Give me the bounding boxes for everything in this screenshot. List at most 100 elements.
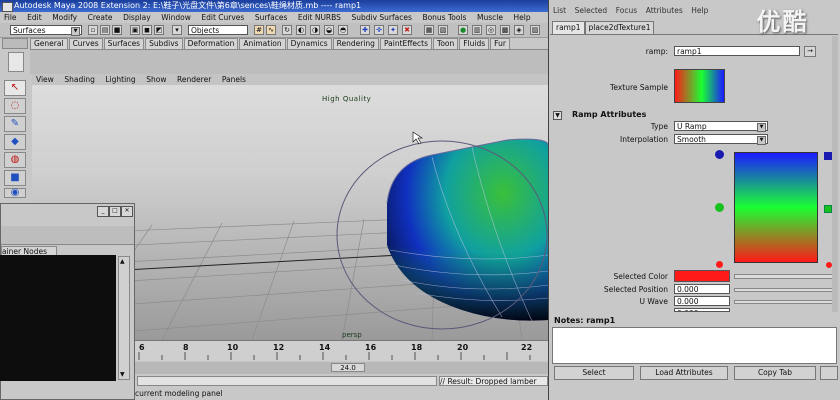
close-icon[interactable]: ✕ — [121, 206, 133, 217]
select-hierarchy-icon[interactable]: ▣ — [130, 25, 140, 35]
color-entry-blue-handle[interactable] — [715, 150, 724, 159]
color-entry-green-handle[interactable] — [715, 203, 724, 212]
manipulator-icon[interactable]: ✖ — [402, 25, 412, 35]
move-tool-box-icon[interactable]: ◆ — [4, 134, 26, 150]
close-ae-button[interactable] — [820, 366, 838, 380]
notes-textarea[interactable] — [552, 327, 837, 364]
render-frame-icon[interactable]: ◑ — [310, 25, 320, 35]
delete-entry-green-icon[interactable] — [824, 205, 832, 213]
selection-mask-icon[interactable]: ▾ — [172, 25, 182, 35]
menu-window[interactable]: Window — [157, 12, 195, 23]
viewport-menu-lighting[interactable]: Lighting — [101, 74, 139, 85]
scale-tool-icon[interactable]: ✜ — [374, 25, 384, 35]
collapse-icon[interactable]: ▼ — [553, 111, 562, 120]
attribute-editor-icon[interactable]: ▩ — [500, 25, 510, 35]
vertical-scrollbar[interactable]: ▲ ▼ — [118, 256, 130, 380]
move-tool-icon[interactable]: ✚ — [360, 25, 370, 35]
shelf-tab-general[interactable]: General — [30, 38, 68, 49]
sidebar-toggle-icon[interactable]: ▨ — [530, 25, 540, 35]
delete-entry-blue-icon[interactable] — [824, 152, 832, 160]
channel-box-icon[interactable]: ▦ — [424, 25, 434, 35]
interpolation-dropdown[interactable]: Smooth ▼ — [674, 134, 768, 145]
select-button[interactable]: Select — [554, 366, 634, 380]
open-scene-icon[interactable]: ▤ — [100, 25, 110, 35]
render-settings-icon[interactable]: ◓ — [338, 25, 348, 35]
selected-position-field[interactable]: 0.000 — [674, 284, 730, 294]
viewport-menu-shading[interactable]: Shading — [60, 74, 98, 85]
color-entry-red-handle[interactable] — [716, 261, 723, 268]
node-list-area[interactable] — [0, 255, 116, 381]
select-component-icon[interactable]: ◩ — [154, 25, 164, 35]
load-attributes-button[interactable]: Load Attributes — [640, 366, 728, 380]
ae-menu-attributes[interactable]: Attributes — [643, 6, 686, 16]
tab-ramp1[interactable]: ramp1 — [552, 21, 585, 34]
menu-set-dropdown[interactable]: Surfaces ▼ — [10, 25, 82, 36]
shelf-tab-toon[interactable]: Toon — [433, 38, 459, 49]
ae-menu-selected[interactable]: Selected — [572, 6, 611, 16]
tool-settings-icon[interactable]: ◎ — [486, 25, 496, 35]
save-scene-icon[interactable]: ■ — [112, 25, 122, 35]
shelf-tab-curves[interactable]: Curves — [68, 38, 103, 49]
script-editor-icon[interactable]: ◈ — [514, 25, 524, 35]
hypershade-icon[interactable]: ● — [458, 25, 468, 35]
selection-field[interactable]: Objects — [188, 25, 248, 35]
menu-surfaces[interactable]: Surfaces — [251, 12, 291, 23]
rotate-tool-icon[interactable]: ✦ — [388, 25, 398, 35]
tab-place2dtexture1[interactable]: place2dTexture1 — [584, 21, 655, 34]
menu-create[interactable]: Create — [84, 12, 117, 23]
select-object-icon[interactable]: ◼ — [142, 25, 152, 35]
texture-sample-swatch[interactable] — [674, 69, 725, 103]
menu-edit-curves[interactable]: Edit Curves — [197, 12, 248, 23]
type-dropdown[interactable]: U Ramp ▼ — [674, 121, 768, 132]
shelf-tab-dynamics[interactable]: Dynamics — [286, 38, 332, 49]
range-end-field[interactable]: 24.0 — [331, 363, 365, 372]
maximize-icon[interactable]: □ — [109, 206, 121, 217]
new-scene-icon[interactable]: ▫ — [88, 25, 98, 35]
viewport-menu-show[interactable]: Show — [142, 74, 170, 85]
render-view-icon[interactable]: ◐ — [296, 25, 306, 35]
ipr-render-icon[interactable]: ◒ — [324, 25, 334, 35]
time-slider[interactable]: 6 8 10 12 14 16 18 20 22 — [135, 340, 548, 361]
shelf-tab-rendering[interactable]: Rendering — [332, 38, 379, 49]
lasso-tool-icon[interactable]: ◌ — [4, 98, 26, 114]
shelf-tab-fur[interactable]: Fur — [490, 38, 510, 49]
menu-bonus-tools[interactable]: Bonus Tools — [418, 12, 470, 23]
outliner-icon[interactable]: ▥ — [472, 25, 482, 35]
minimize-icon[interactable]: _ — [97, 206, 109, 217]
scroll-up-icon[interactable]: ▲ — [120, 258, 125, 265]
shelf-options-icon[interactable] — [8, 52, 24, 72]
rotate-tool-box-icon[interactable]: ◍ — [4, 152, 26, 168]
u-wave-field[interactable]: 0.000 — [674, 296, 730, 306]
menu-file[interactable]: File — [0, 12, 21, 23]
menu-display[interactable]: Display — [119, 12, 155, 23]
ae-menu-focus[interactable]: Focus — [613, 6, 640, 16]
shelf-tab-surfaces[interactable]: Surfaces — [103, 38, 145, 49]
shelf-tab-fluids[interactable]: Fluids — [459, 38, 490, 49]
copy-tab-button[interactable]: Copy Tab — [734, 366, 816, 380]
shelf-tab-subdivs[interactable]: Subdivs — [145, 38, 183, 49]
command-input[interactable] — [137, 376, 437, 386]
show-manipulator-icon[interactable]: ◉ — [4, 188, 26, 198]
ae-menu-help[interactable]: Help — [688, 6, 711, 16]
menu-subdiv-surfaces[interactable]: Subdiv Surfaces — [347, 12, 415, 23]
paint-select-tool-icon[interactable]: ✎ — [4, 116, 26, 132]
u-wave-slider[interactable] — [734, 300, 838, 304]
viewport-menu-view[interactable]: View — [32, 74, 58, 85]
history-icon[interactable]: ↻ — [282, 25, 292, 35]
select-tool-icon[interactable]: ↖ — [4, 80, 26, 96]
shelf-tab-painteffects[interactable]: PaintEffects — [379, 38, 433, 49]
selected-color-slider[interactable] — [734, 274, 838, 279]
selected-color-swatch[interactable] — [674, 270, 730, 282]
menu-help[interactable]: Help — [510, 12, 535, 23]
menu-modify[interactable]: Modify — [48, 12, 81, 23]
viewport-menu-renderer[interactable]: Renderer — [173, 74, 215, 85]
menu-edit[interactable]: Edit — [23, 12, 46, 23]
attribute-editor-scrollbar[interactable] — [832, 36, 838, 312]
ae-menu-list[interactable]: List — [550, 6, 569, 16]
scale-tool-box-icon[interactable]: ■ — [4, 170, 26, 186]
ramp-name-field[interactable]: ramp1 — [674, 46, 800, 56]
focus-node-icon[interactable]: → — [804, 46, 816, 57]
selected-position-slider[interactable] — [734, 288, 838, 292]
ramp-gradient-widget[interactable] — [734, 152, 818, 263]
v-wave-field[interactable]: 0.000 — [674, 308, 730, 312]
